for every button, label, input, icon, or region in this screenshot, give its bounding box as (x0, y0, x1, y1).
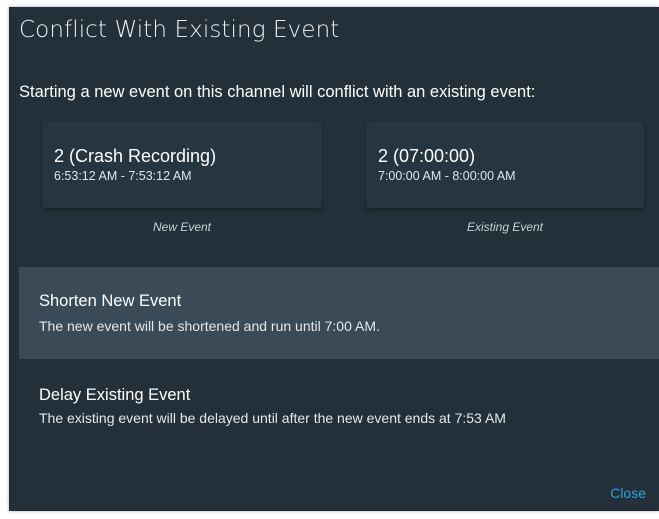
close-button[interactable]: Close (610, 485, 646, 501)
delay-existing-event-option[interactable]: Delay Existing Event The existing event … (19, 365, 659, 457)
dialog-title: Conflict With Existing Event (19, 17, 340, 43)
shorten-new-event-option[interactable]: Shorten New Event The new event will be … (19, 267, 659, 359)
existing-event-caption: Existing Event (466, 220, 544, 234)
new-event-caption: New Event (152, 220, 212, 234)
new-event-time-range: 6:53:12 AM - 7:53:12 AM (54, 169, 192, 183)
existing-event-card: 2 (07:00:00) 7:00:00 AM - 8:00:00 AM (366, 121, 644, 208)
new-event-card: 2 (Crash Recording) 6:53:12 AM - 7:53:12… (42, 121, 322, 208)
existing-event-name: 2 (07:00:00) (378, 146, 476, 166)
new-event-name: 2 (Crash Recording) (54, 146, 217, 166)
delay-option-title: Delay Existing Event (39, 386, 191, 404)
delay-option-description: The existing event will be delayed until… (39, 410, 506, 426)
existing-event-time-range: 7:00:00 AM - 8:00:00 AM (378, 169, 516, 183)
conflict-message: Starting a new event on this channel wil… (19, 83, 536, 101)
shorten-option-description: The new event will be shortened and run … (39, 318, 380, 334)
shorten-option-title: Shorten New Event (39, 292, 182, 310)
conflict-dialog: Conflict With Existing Event Starting a … (9, 7, 659, 511)
